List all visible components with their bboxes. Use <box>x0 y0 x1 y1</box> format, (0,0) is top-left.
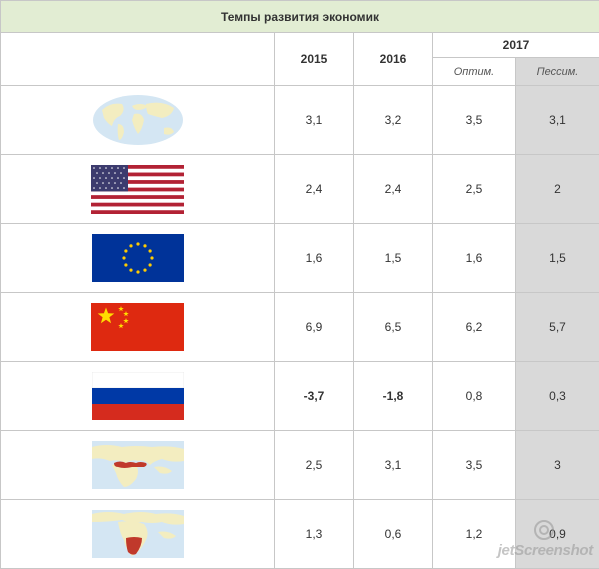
value-2017-pessimistic: 2 <box>516 155 599 224</box>
optimistic-header: Оптим. <box>433 58 516 86</box>
table-row: 6,9 6,5 6,2 5,7 <box>1 293 599 362</box>
value-2017-optimistic: 3,5 <box>433 86 516 155</box>
value-2016: -1,8 <box>354 362 433 431</box>
value-2017-pessimistic: 0,3 <box>516 362 599 431</box>
china-flag-icon <box>1 293 275 362</box>
value-2017-pessimistic: 1,5 <box>516 224 599 293</box>
year-2015-header: 2015 <box>275 33 354 86</box>
value-2017-optimistic: 6,2 <box>433 293 516 362</box>
year-header-row: 2015 2016 2017 <box>1 33 599 58</box>
value-2016: 3,2 <box>354 86 433 155</box>
table-row: 2,4 2,4 2,5 2 <box>1 155 599 224</box>
table-title-row: Темпы развития экономик <box>1 1 599 33</box>
value-2015: 6,9 <box>275 293 354 362</box>
table-row: -3,7 -1,8 0,8 0,3 <box>1 362 599 431</box>
value-2015: 3,1 <box>275 86 354 155</box>
economy-growth-table: Темпы развития экономик 2015 2016 2017 О… <box>0 0 599 569</box>
value-2015: 1,3 <box>275 500 354 569</box>
table-row: 3,1 3,2 3,5 3,1 <box>1 86 599 155</box>
value-2016: 2,4 <box>354 155 433 224</box>
value-2016: 0,6 <box>354 500 433 569</box>
watermark-text: jetScreenshot <box>498 542 593 559</box>
country-header-cell <box>1 33 275 86</box>
world-map-icon <box>1 86 275 155</box>
table-row: 1,6 1,5 1,6 1,5 <box>1 224 599 293</box>
camera-watermark-icon <box>531 519 557 541</box>
value-2017-optimistic: 2,5 <box>433 155 516 224</box>
value-2015: -3,7 <box>275 362 354 431</box>
value-2016: 3,1 <box>354 431 433 500</box>
table-row: 2,5 3,1 3,5 3 <box>1 431 599 500</box>
russia-flag-icon <box>1 362 275 431</box>
value-2015: 2,5 <box>275 431 354 500</box>
usa-flag-icon <box>1 155 275 224</box>
table-title: Темпы развития экономик <box>1 1 599 33</box>
year-2017-header: 2017 <box>433 33 599 58</box>
value-2017-optimistic: 0,8 <box>433 362 516 431</box>
pessimistic-header: Пессим. <box>516 58 599 86</box>
value-2015: 2,4 <box>275 155 354 224</box>
mena-region-map-icon <box>1 431 275 500</box>
value-2017-optimistic: 3,5 <box>433 431 516 500</box>
value-2016: 1,5 <box>354 224 433 293</box>
value-2015: 1,6 <box>275 224 354 293</box>
value-2017-pessimistic: 3 <box>516 431 599 500</box>
value-2017-pessimistic: 5,7 <box>516 293 599 362</box>
value-2016: 6,5 <box>354 293 433 362</box>
sub-saharan-africa-map-icon <box>1 500 275 569</box>
year-2016-header: 2016 <box>354 33 433 86</box>
value-2017-pessimistic: 3,1 <box>516 86 599 155</box>
value-2017-optimistic: 1,6 <box>433 224 516 293</box>
eu-flag-icon <box>1 224 275 293</box>
